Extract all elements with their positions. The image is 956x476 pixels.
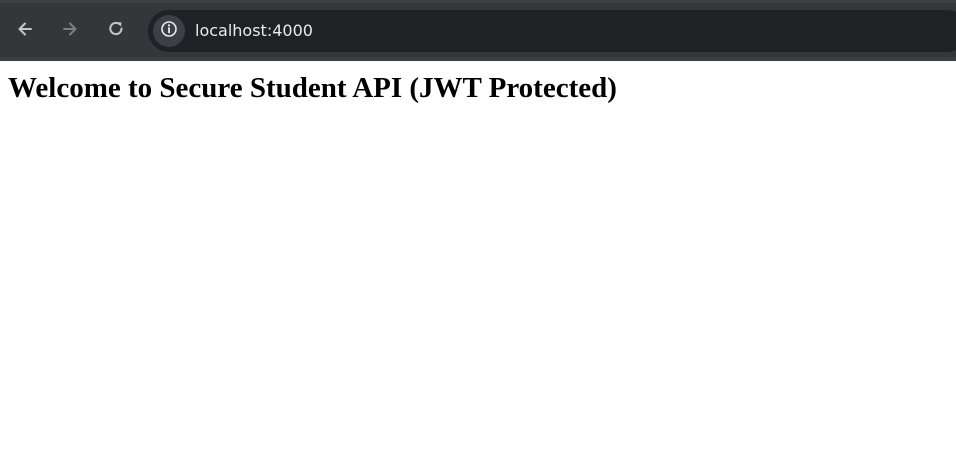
reload-icon [106,19,126,39]
back-arrow-icon [15,19,35,39]
info-icon [160,20,178,43]
forward-arrow-icon [60,19,80,39]
browser-toolbar: localhost:4000 [0,0,956,61]
site-info-button[interactable] [153,15,185,47]
address-bar[interactable]: localhost:4000 [148,10,956,52]
back-button[interactable] [11,15,39,43]
page-content: Welcome to Secure Student API (JWT Prote… [0,61,956,476]
url-text[interactable]: localhost:4000 [195,21,313,40]
page-title: Welcome to Secure Student API (JWT Prote… [8,72,617,104]
forward-button[interactable] [56,15,84,43]
reload-button[interactable] [102,15,130,43]
